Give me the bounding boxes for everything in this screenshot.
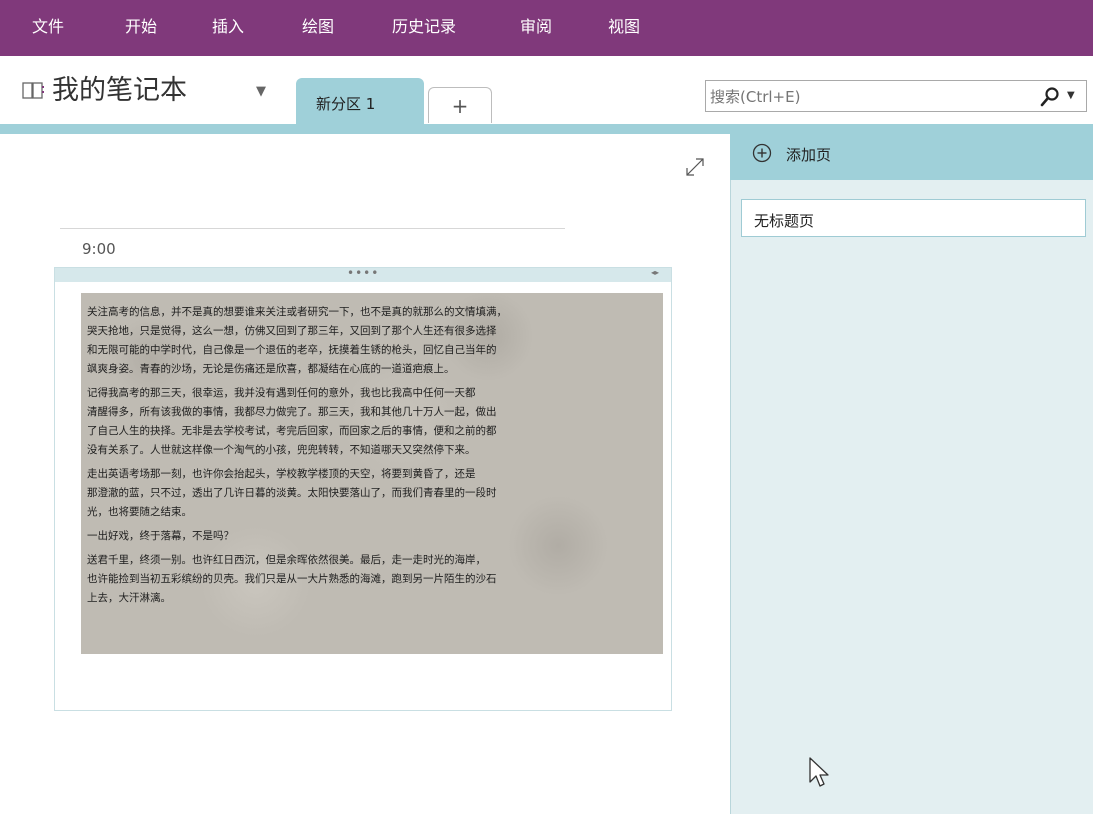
page-title-line[interactable]	[60, 228, 565, 229]
add-circle-icon	[752, 143, 772, 163]
page-time: 9:00	[82, 240, 116, 258]
notebook-title[interactable]: 我的笔记本	[52, 74, 187, 108]
menu-review[interactable]: 审阅	[520, 17, 552, 37]
note-container[interactable]: •••• ◂▸ 关注高考的信息，并不是真的想要谁来关注或者研究一下，也不是真的就…	[54, 266, 672, 711]
tab-section-1-label: 新分区 1	[316, 95, 376, 113]
image-text-line: 哭天抢地，只是觉得，这么一想，仿佛又回到了那三年，又回到了那个人生还有很多选择	[87, 325, 497, 337]
image-text-line: 飒爽身姿。青春的沙场，无论是伤痛还是欣喜，都凝结在心底的一道道疤痕上。	[87, 363, 455, 375]
image-text-line: 走出英语考场那一刻，也许你会抬起头，学校教学楼顶的天空，将要到黄昏了，还是	[87, 468, 476, 480]
tab-section-1[interactable]: 新分区 1	[296, 78, 424, 126]
ribbon-menu-bar: 文件 开始 插入 绘图 历史记录 审阅 视图	[0, 0, 1093, 56]
image-text-line: 光，也将要随之结束。	[87, 506, 192, 518]
notebook-icon	[22, 82, 44, 99]
page-list-item[interactable]: 无标题页	[741, 199, 1086, 237]
image-text-line: 记得我高考的那三天，很幸运，我并没有遇到任何的意外，我也比我高中任何一天都	[87, 387, 476, 399]
page-list-item-label: 无标题页	[754, 212, 815, 230]
search-input[interactable]	[710, 86, 1020, 108]
menu-insert[interactable]: 插入	[212, 17, 244, 37]
image-text-line: 了自己人生的抉择。无非是去学校考试，考完后回家，而回家之后的事情，便和之前的都	[87, 425, 497, 437]
search-icon[interactable]	[1039, 86, 1061, 108]
image-text-line: 也许能捡到当初五彩缤纷的贝壳。我们只是从一大片熟悉的海滩，跑到另一片陌生的沙石	[87, 573, 497, 585]
image-text-line: 关注高考的信息，并不是真的想要谁来关注或者研究一下，也不是真的就那么的文情填满，	[87, 306, 507, 318]
plus-icon: +	[451, 94, 469, 118]
expand-icon[interactable]	[683, 155, 707, 179]
image-text-line: 送君千里，终须一别。也许红日西沉，但是余晖依然很美。最后，走一走时光的海岸，	[87, 554, 486, 566]
add-page-label: 添加页	[786, 146, 832, 164]
menu-file[interactable]: 文件	[32, 17, 64, 37]
image-text-line: 没有关系了。人世就这样像一个淘气的小孩，兜兜转转，不知道哪天又突然停下来。	[87, 444, 476, 456]
image-text-line: 和无限可能的中学时代，自己像是一个退伍的老卒，抚摸着生锈的枪头，回忆自己当年的	[87, 344, 497, 356]
resize-arrows-icon[interactable]: ◂▸	[651, 268, 659, 277]
add-page-button[interactable]: 添加页	[730, 124, 1093, 180]
chevron-down-icon[interactable]: ▼	[256, 84, 266, 99]
menu-history[interactable]: 历史记录	[392, 17, 456, 37]
scanned-text-image: 关注高考的信息，并不是真的想要谁来关注或者研究一下，也不是真的就那么的文情填满，…	[81, 293, 663, 654]
search-scope-dropdown-icon[interactable]: ▼	[1067, 90, 1075, 101]
menu-draw[interactable]: 绘图	[302, 17, 334, 37]
image-text-line: 那澄澈的蓝，只不过，透出了几许日暮的淡黄。太阳快要落山了，而我们青春里的一段时	[87, 487, 497, 499]
image-text-line: 一出好戏，终于落幕，不是吗？	[87, 530, 234, 542]
menu-view[interactable]: 视图	[608, 17, 640, 37]
section-color-band	[0, 124, 730, 134]
mouse-pointer-icon	[809, 757, 829, 787]
menu-home[interactable]: 开始	[125, 17, 157, 37]
container-drag-bar[interactable]: •••• ◂▸	[55, 266, 671, 282]
drag-handle-icon[interactable]: ••••	[347, 266, 379, 280]
image-text-line: 清醒得多，所有该我做的事情，我都尽力做完了。那三天，我和其他几十万人一起，做出	[87, 406, 497, 418]
search-box[interactable]: ▼	[705, 80, 1087, 112]
add-section-tab[interactable]: +	[428, 87, 492, 123]
image-text-line: 上去，大汗淋漓。	[87, 592, 171, 604]
